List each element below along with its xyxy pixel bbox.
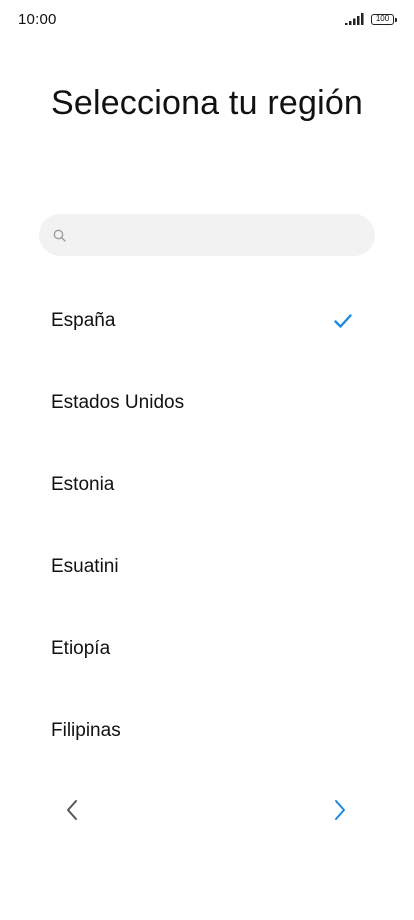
region-item-etiopia[interactable]: Etiopía — [0, 608, 414, 690]
region-label: Esuatini — [51, 556, 119, 577]
search-bar[interactable] — [39, 214, 375, 256]
region-item-estonia[interactable]: Estonia — [0, 444, 414, 526]
check-icon — [334, 314, 352, 328]
region-label: Estonia — [51, 474, 115, 495]
region-label: Etiopía — [51, 638, 111, 659]
region-item-filipinas[interactable]: Filipinas — [0, 690, 414, 772]
chevron-right-icon — [335, 800, 345, 820]
chevron-left-icon — [67, 800, 77, 820]
signal-icon — [345, 13, 364, 25]
region-list: España Estados Unidos Estonia Esuatini E… — [0, 280, 414, 772]
region-label: Filipinas — [51, 720, 121, 741]
search-icon — [53, 229, 66, 242]
region-item-espana[interactable]: España — [0, 280, 414, 362]
back-button[interactable] — [57, 795, 87, 825]
search-input[interactable] — [74, 215, 354, 255]
status-time: 10:00 — [18, 11, 57, 28]
region-item-esuatini[interactable]: Esuatini — [0, 526, 414, 608]
region-item-estados-unidos[interactable]: Estados Unidos — [0, 362, 414, 444]
battery-icon: 100 — [371, 13, 397, 25]
region-label: España — [51, 310, 116, 331]
status-bar: 10:00 100 — [0, 0, 414, 40]
page-title: Selecciona tu región — [50, 84, 364, 122]
status-icons: 100 — [345, 13, 397, 25]
next-button[interactable] — [325, 795, 355, 825]
region-label: Estados Unidos — [51, 392, 185, 413]
